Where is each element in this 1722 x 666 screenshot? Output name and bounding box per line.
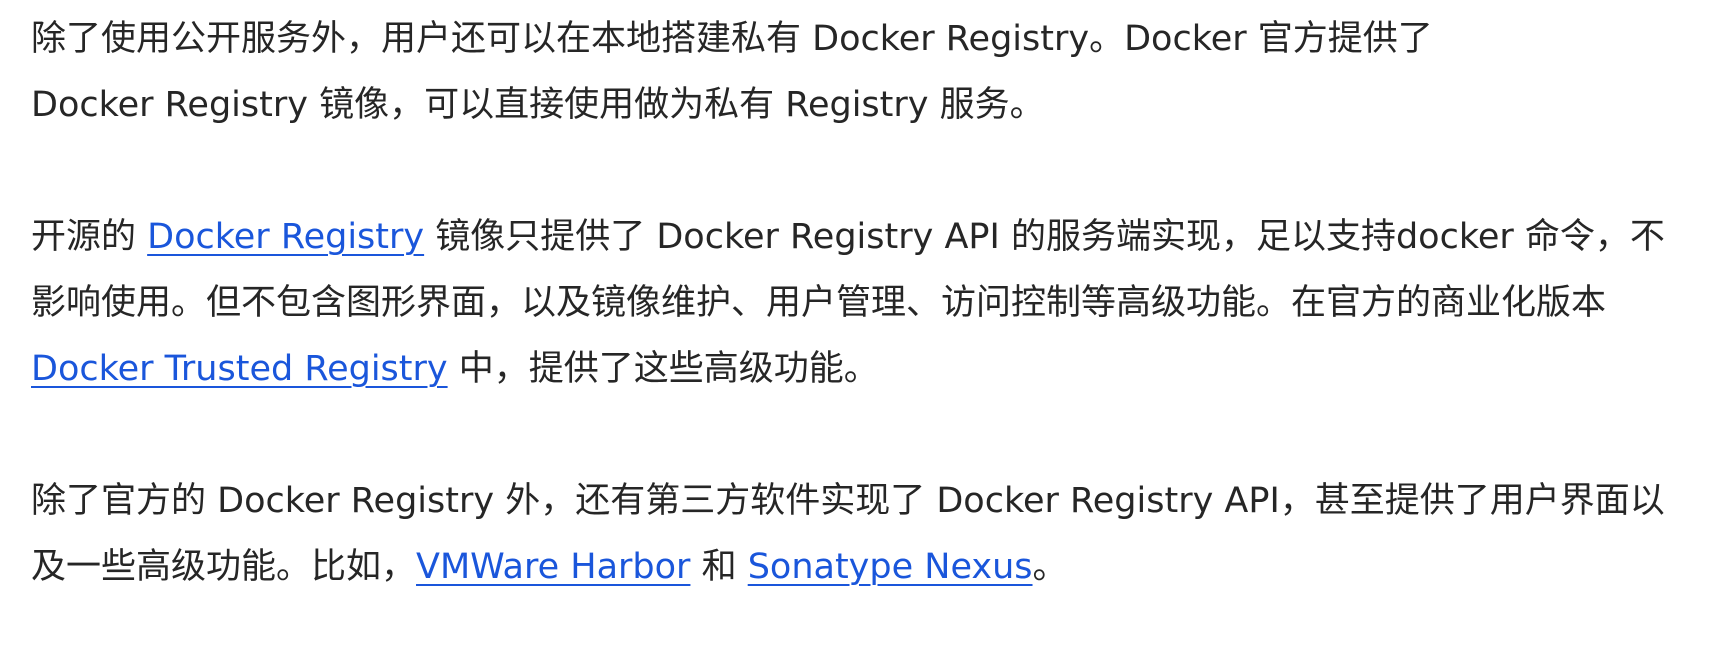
inline-text: 中，提供了这些高级功能。 [447,349,879,389]
inline-text: 及一些高级功能。比如， [31,547,417,587]
docker-registry-link[interactable]: Docker Registry [147,217,424,257]
paragraph-third-party: 除了官方的 Docker Registry 外，还有第三方软件实现了 Docke… [31,468,1711,600]
paragraph-line: 开源的 Docker Registry 镜像只提供了 Docker Regist… [31,204,1711,270]
inline-text: 。 [1032,547,1068,587]
vmware-harbor-link[interactable]: VMWare Harbor [416,547,690,587]
paragraph-line: 及一些高级功能。比如，VMWare Harbor 和 Sonatype Nexu… [31,534,1711,600]
inline-text: 镜像只提供了 Docker Registry API 的服务端实现，足以支持do… [424,217,1665,257]
paragraph-open-source: 开源的 Docker Registry 镜像只提供了 Docker Regist… [31,204,1711,402]
sonatype-nexus-link[interactable]: Sonatype Nexus [748,547,1033,587]
paragraph-line: 除了使用公开服务外，用户还可以在本地搭建私有 Docker Registry。D… [31,19,1433,59]
article-body: 除了使用公开服务外，用户还可以在本地搭建私有 Docker Registry。D… [31,6,1711,666]
inline-text: 和 [690,547,748,587]
paragraph-line: 除了官方的 Docker Registry 外，还有第三方软件实现了 Docke… [31,481,1665,521]
inline-text: 开源的 [31,217,148,257]
docker-trusted-registry-link[interactable]: Docker Trusted Registry [31,349,448,389]
paragraph-intro: 除了使用公开服务外，用户还可以在本地搭建私有 Docker Registry。D… [31,6,1711,138]
paragraph-line: 影响使用。但不包含图形界面，以及镜像维护、用户管理、访问控制等高级功能。在官方的… [31,283,1607,323]
paragraph-line: Docker Registry 镜像，可以直接使用做为私有 Registry 服… [31,85,1045,125]
paragraph-line: Docker Trusted Registry 中，提供了这些高级功能。 [31,336,1711,402]
